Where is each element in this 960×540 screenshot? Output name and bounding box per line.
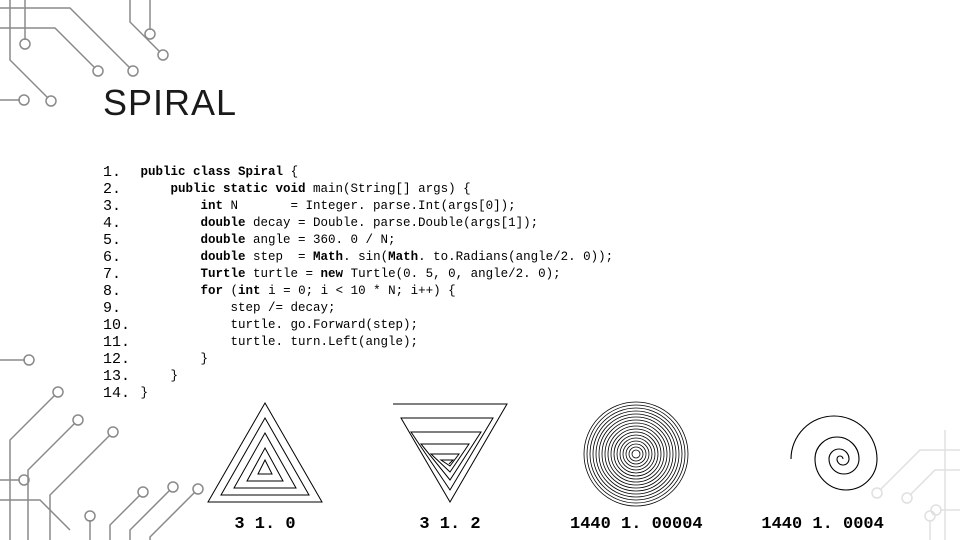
slide-title: SPIRAL xyxy=(103,82,237,124)
figure-triangle-spiral-1 xyxy=(200,399,330,509)
example-3: 1440 1. 00004 xyxy=(570,399,703,534)
example-3-caption: 1440 1. 00004 xyxy=(570,515,703,534)
code-block: 1. public class Spiral {2. public static… xyxy=(103,164,613,402)
figure-triangle-spiral-2 xyxy=(385,399,515,509)
figure-loose-spiral xyxy=(758,399,888,509)
example-2: 3 1. 2 xyxy=(385,399,515,534)
example-4-caption: 1440 1. 0004 xyxy=(761,515,883,534)
examples-row: 3 1. 0 3 1. 2 xyxy=(200,399,888,534)
example-1: 3 1. 0 xyxy=(200,399,330,534)
figure-concentric-spiral xyxy=(571,399,701,509)
example-1-caption: 3 1. 0 xyxy=(234,515,295,534)
slide-root: SPIRAL 1. public class Spiral {2. public… xyxy=(0,0,960,540)
example-4: 1440 1. 0004 xyxy=(758,399,888,534)
example-2-caption: 3 1. 2 xyxy=(419,515,480,534)
